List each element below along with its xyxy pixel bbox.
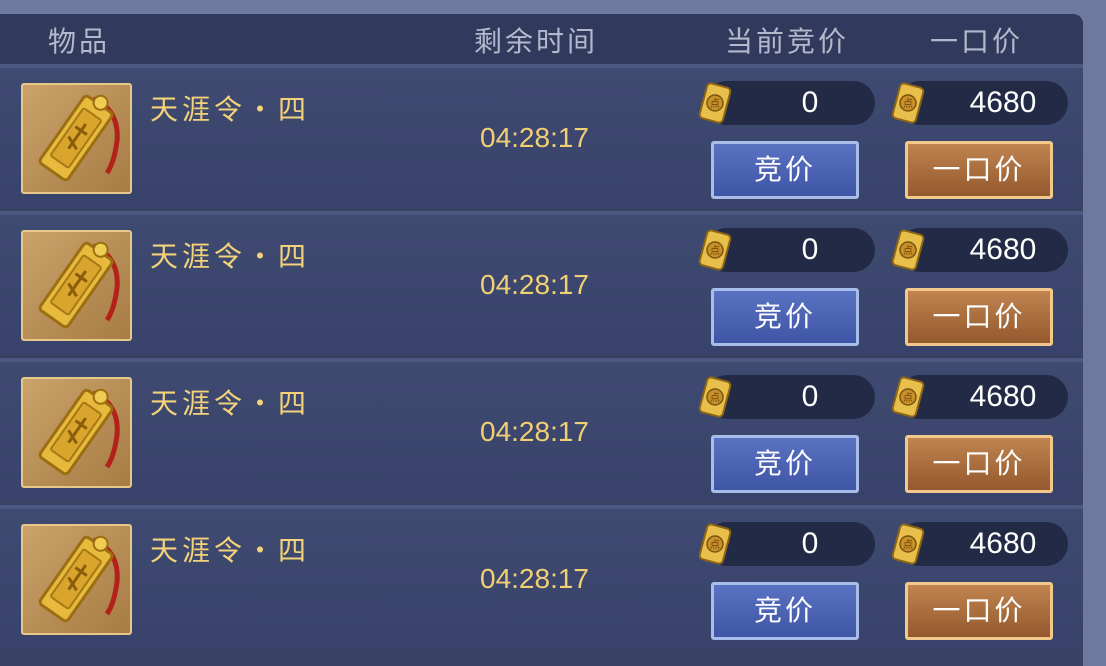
tianya-token-icon [38,241,120,329]
current-bid-value: 0 [801,86,819,119]
current-bid-field: 点 0 [698,522,875,566]
scroll-coin-icon: 点 [698,523,732,565]
header-item: 物品 [48,25,111,58]
buyout-button[interactable]: 一口价 [905,582,1053,640]
header-buyout: 一口价 [930,25,1024,58]
item-thumbnail[interactable] [21,524,132,635]
bid-button[interactable]: 竞价 [711,288,859,346]
scroll-coin-icon: 点 [891,229,925,271]
tianya-token-icon [38,388,120,476]
svg-text:点: 点 [903,392,913,404]
scroll-coin-icon: 点 [698,82,732,124]
svg-text:点: 点 [710,392,720,404]
svg-text:点: 点 [710,98,720,110]
svg-text:点: 点 [903,539,913,551]
bid-button[interactable]: 竞价 [711,582,859,640]
remaining-time: 04:28:17 [480,416,589,447]
svg-text:点: 点 [710,245,720,257]
svg-text:点: 点 [903,245,913,257]
buyout-button[interactable]: 一口价 [905,435,1053,493]
scroll-coin-icon: 点 [891,82,925,124]
svg-text:点: 点 [710,539,720,551]
remaining-time: 04:28:17 [480,563,589,594]
buyout-price-value: 4680 [969,233,1037,266]
scroll-coin-icon: 点 [891,376,925,418]
remaining-time: 04:28:17 [480,122,589,153]
buyout-price-value: 4680 [969,86,1037,119]
buyout-button[interactable]: 一口价 [905,288,1053,346]
auction-row: 天涯令・四 04:28:17 点 0 点 4680 竞价 一口价 [0,358,1083,502]
current-bid-value: 0 [801,527,819,560]
item-name: 天涯令・四 [150,240,311,273]
item-thumbnail[interactable] [21,230,132,341]
svg-text:点: 点 [903,98,913,110]
header-current-bid: 当前竞价 [725,25,850,58]
auction-row: 天涯令・四 04:28:17 点 0 点 4680 竞价 一口价 [0,505,1083,649]
remaining-time: 04:28:17 [480,269,589,300]
buyout-price-field: 点 4680 [891,81,1068,125]
bid-button[interactable]: 竞价 [711,435,859,493]
auction-row: 天涯令・四 04:28:17 点 0 点 4680 竞价 一口价 [0,211,1083,355]
item-name: 天涯令・四 [150,93,311,126]
buyout-price-value: 4680 [969,380,1037,413]
scroll-coin-icon: 点 [698,229,732,271]
current-bid-field: 点 0 [698,81,875,125]
buyout-price-field: 点 4680 [891,375,1068,419]
scroll-coin-icon: 点 [698,376,732,418]
current-bid-value: 0 [801,233,819,266]
auction-row: 天涯令・四 04:28:17 点 0 点 4680 竞价 一口价 [0,64,1083,208]
current-bid-field: 点 0 [698,228,875,272]
scroll-coin-icon: 点 [891,523,925,565]
current-bid-value: 0 [801,380,819,413]
auction-table-header: 物品 剩余时间 当前竞价 一口价 [0,14,1083,64]
current-bid-field: 点 0 [698,375,875,419]
buyout-price-field: 点 4680 [891,522,1068,566]
buyout-button[interactable]: 一口价 [905,141,1053,199]
item-name: 天涯令・四 [150,387,311,420]
tianya-token-icon [38,535,120,623]
buyout-price-field: 点 4680 [891,228,1068,272]
bid-button[interactable]: 竞价 [711,141,859,199]
item-thumbnail[interactable] [21,83,132,194]
header-remaining-time: 剩余时间 [474,25,599,58]
item-name: 天涯令・四 [150,534,311,567]
tianya-token-icon [38,94,120,182]
buyout-price-value: 4680 [969,527,1037,560]
item-thumbnail[interactable] [21,377,132,488]
